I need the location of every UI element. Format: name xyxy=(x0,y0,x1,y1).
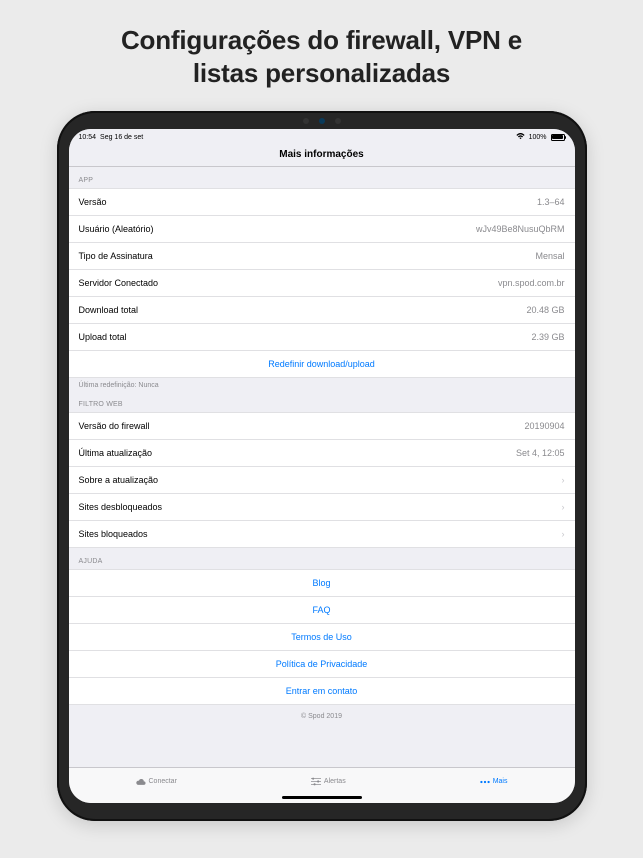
reset-download-upload-button[interactable]: Redefinir download/upload xyxy=(69,351,575,377)
marketing-title: Configurações do firewall, VPN e listas … xyxy=(121,24,522,89)
copyright: © Spod 2019 xyxy=(69,705,575,732)
label-upload: Upload total xyxy=(79,332,532,342)
group-webfilter: Versão do firewall 20190904 Última atual… xyxy=(69,412,575,548)
tab-alerts[interactable]: Alertas xyxy=(311,777,346,787)
link-privacy[interactable]: Política de Privacidade xyxy=(69,651,575,678)
status-date: Seg 16 de set xyxy=(100,134,143,141)
row-about-update[interactable]: Sobre a atualização › xyxy=(69,467,575,494)
nav-title: Mais informações xyxy=(279,149,363,160)
section-header-app: APP xyxy=(69,167,575,188)
value-user: wJv49Be8NusuQbRM xyxy=(476,224,565,234)
group-app: Versão 1.3–64 Usuário (Aleatório) wJv49B… xyxy=(69,188,575,378)
group-help: Blog FAQ Termos de Uso Política de Priva… xyxy=(69,569,575,705)
tab-alerts-label: Alertas xyxy=(324,778,346,785)
device-frame: 10:54 Seg 16 de set 100% Mais informaçõe… xyxy=(57,111,587,821)
label-about-update: Sobre a atualização xyxy=(79,475,556,485)
value-subscription: Mensal xyxy=(535,251,564,261)
label-contact: Entrar em contato xyxy=(286,686,358,696)
home-indicator xyxy=(282,796,362,799)
row-upload: Upload total 2.39 GB xyxy=(69,324,575,351)
link-blog[interactable]: Blog xyxy=(69,570,575,597)
tab-more[interactable]: Mais xyxy=(480,777,508,787)
more-icon xyxy=(480,777,490,787)
value-last-update: Set 4, 12:05 xyxy=(516,448,565,458)
value-fw-version: 20190904 xyxy=(524,421,564,431)
row-fw-version: Versão do firewall 20190904 xyxy=(69,413,575,440)
link-terms[interactable]: Termos de Uso xyxy=(69,624,575,651)
sliders-icon xyxy=(311,777,321,787)
label-privacy: Política de Privacidade xyxy=(276,659,368,669)
section-header-webfilter: FILTRO WEB xyxy=(69,391,575,412)
status-bar: 10:54 Seg 16 de set 100% xyxy=(69,129,575,143)
row-server: Servidor Conectado vpn.spod.com.br xyxy=(69,270,575,297)
value-download: 20.48 GB xyxy=(526,305,564,315)
nav-bar: Mais informações xyxy=(69,143,575,167)
label-blocked: Sites bloqueados xyxy=(79,529,556,539)
label-server: Servidor Conectado xyxy=(79,278,498,288)
value-version: 1.3–64 xyxy=(537,197,565,207)
row-download: Download total 20.48 GB xyxy=(69,297,575,324)
row-last-update: Última atualização Set 4, 12:05 xyxy=(69,440,575,467)
value-upload: 2.39 GB xyxy=(531,332,564,342)
battery-icon xyxy=(551,134,565,141)
wifi-icon xyxy=(516,133,525,142)
label-user: Usuário (Aleatório) xyxy=(79,224,476,234)
value-server: vpn.spod.com.br xyxy=(498,278,565,288)
link-contact[interactable]: Entrar em contato xyxy=(69,678,575,704)
chevron-right-icon: › xyxy=(562,502,565,512)
section-header-help: AJUDA xyxy=(69,548,575,569)
cloud-icon xyxy=(136,777,146,787)
device-screen: 10:54 Seg 16 de set 100% Mais informaçõe… xyxy=(69,129,575,803)
device-camera xyxy=(319,118,325,124)
content-scroll[interactable]: APP Versão 1.3–64 Usuário (Aleatório) wJ… xyxy=(69,167,575,767)
label-blog: Blog xyxy=(312,578,330,588)
row-blocked-sites[interactable]: Sites bloqueados › xyxy=(69,521,575,547)
row-user: Usuário (Aleatório) wJv49Be8NusuQbRM xyxy=(69,216,575,243)
row-subscription: Tipo de Assinatura Mensal xyxy=(69,243,575,270)
chevron-right-icon: › xyxy=(562,475,565,485)
label-last-update: Última atualização xyxy=(79,448,516,458)
tab-connect-label: Conectar xyxy=(149,778,177,785)
link-faq[interactable]: FAQ xyxy=(69,597,575,624)
label-subscription: Tipo de Assinatura xyxy=(79,251,536,261)
label-download: Download total xyxy=(79,305,527,315)
row-version: Versão 1.3–64 xyxy=(69,189,575,216)
reset-link-label: Redefinir download/upload xyxy=(268,359,375,369)
chevron-right-icon: › xyxy=(562,529,565,539)
status-time: 10:54 xyxy=(79,134,97,141)
section-footer-app: Última redefinição: Nunca xyxy=(69,378,575,391)
label-unblocked: Sites desbloqueados xyxy=(79,502,556,512)
label-terms: Termos de Uso xyxy=(291,632,352,642)
label-fw-version: Versão do firewall xyxy=(79,421,525,431)
tab-connect[interactable]: Conectar xyxy=(136,777,177,787)
label-version: Versão xyxy=(79,197,537,207)
tab-more-label: Mais xyxy=(493,778,508,785)
row-unblocked-sites[interactable]: Sites desbloqueados › xyxy=(69,494,575,521)
status-battery-pct: 100% xyxy=(529,134,547,141)
label-faq: FAQ xyxy=(312,605,330,615)
